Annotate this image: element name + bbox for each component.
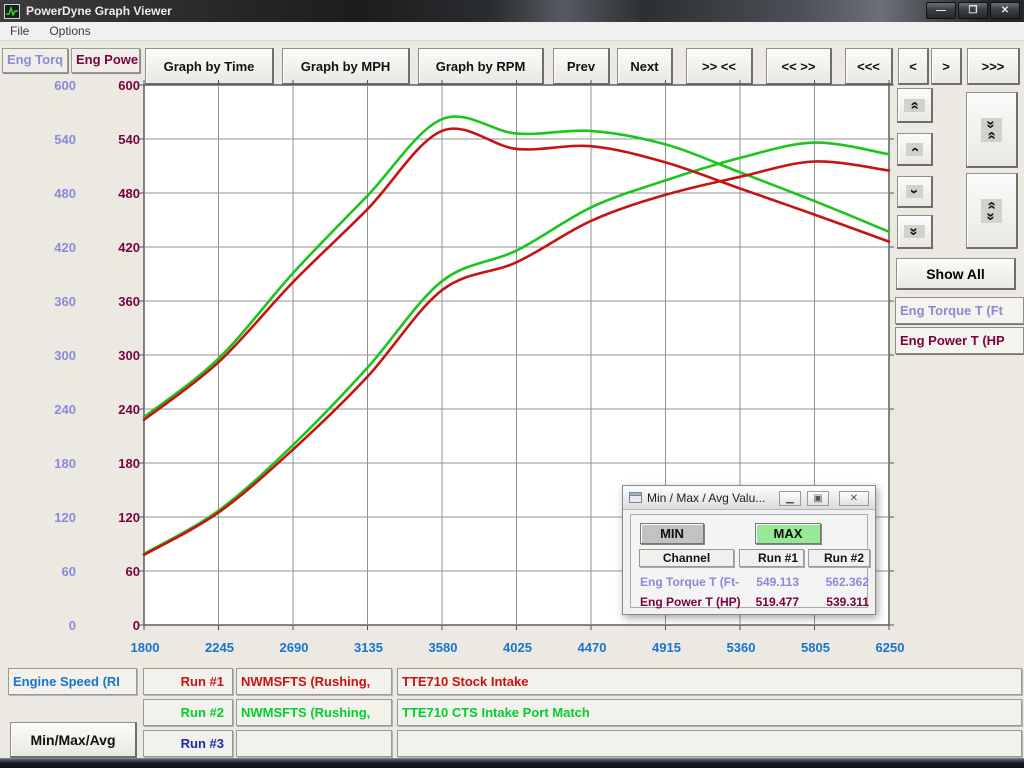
y-tick-pow-540: 540: [80, 133, 140, 147]
menu-options[interactable]: Options: [39, 22, 100, 40]
x-tick-2245: 2245: [188, 640, 252, 655]
app-window: PowerDyne Graph Viewer — ❐ ✕ File Option…: [0, 0, 1024, 768]
double-chevron-up-icon: »: [909, 101, 920, 109]
torque-channel-box[interactable]: Eng Torque T (Ft: [895, 297, 1024, 324]
y-tick-torq-360: 360: [16, 295, 76, 309]
y-tick-pow-180: 180: [80, 457, 140, 471]
minmax-row-torque-channel: Eng Torque T (Ft-: [640, 575, 739, 589]
y-tick-torq-0: 0: [16, 619, 76, 633]
column-header-run2[interactable]: Run #2: [808, 549, 870, 567]
x-tick-3580: 3580: [411, 640, 475, 655]
min-button[interactable]: MIN: [640, 523, 704, 544]
run2-label: Run #2: [143, 699, 233, 726]
double-chevron-down-icon: »: [909, 227, 920, 235]
y-tick-pow-420: 420: [80, 241, 140, 255]
app-icon: [4, 4, 20, 19]
minmax-window-icon: [629, 492, 642, 503]
column-header-channel[interactable]: Channel: [639, 549, 734, 567]
scale-down-button[interactable]: ›: [897, 176, 933, 208]
y-tick-pow-0: 0: [80, 619, 140, 633]
y-tick-torq-60: 60: [16, 565, 76, 579]
scale-up-button[interactable]: ›: [897, 133, 933, 166]
tab-eng-torque-axis[interactable]: Eng Torq: [2, 48, 68, 73]
minmax-minimize-icon[interactable]: ▁: [779, 491, 801, 506]
minmax-body: MIN MAX Channel Run #1 Run #2 Eng Torque…: [630, 514, 868, 608]
double-chevron-up-icon: »: [986, 131, 997, 139]
x-tick-5805: 5805: [784, 640, 848, 655]
run1-file-box[interactable]: NWMSFTS (Rushing,: [236, 668, 392, 695]
y-tick-torq-300: 300: [16, 349, 76, 363]
y-tick-torq-540: 540: [16, 133, 76, 147]
run3-description-box[interactable]: [397, 730, 1022, 757]
zoom-in-y-button[interactable]: » »: [966, 92, 1018, 168]
x-tick-4025: 4025: [486, 640, 550, 655]
tab-eng-power-axis[interactable]: Eng Powe: [71, 48, 140, 73]
minmax-torque-run2-value: 562.362: [807, 575, 869, 589]
minmax-row-power-channel: Eng Power T (HP): [640, 595, 741, 609]
minmax-window[interactable]: Min / Max / Avg Valu... ▁ ▣ ✕ MIN MAX Ch…: [622, 485, 876, 615]
y-tick-pow-120: 120: [80, 511, 140, 525]
power-channel-box[interactable]: Eng Power T (HP: [895, 327, 1024, 354]
chevron-up-icon: ›: [909, 147, 920, 152]
double-chevron-down-icon: »: [986, 120, 997, 128]
y-tick-torq-420: 420: [16, 241, 76, 255]
x-tick-4470: 4470: [560, 640, 624, 655]
minmax-power-run1-value: 519.477: [737, 595, 799, 609]
restore-icon[interactable]: ❐: [958, 2, 988, 19]
toolbar-button-[interactable]: <: [898, 48, 929, 85]
menu-bar: File Options: [0, 22, 1024, 41]
title-bar: PowerDyne Graph Viewer — ❐ ✕: [0, 0, 1024, 22]
run3-label: Run #3: [143, 730, 233, 757]
run3-file-box[interactable]: [236, 730, 392, 757]
minmax-title-bar[interactable]: Min / Max / Avg Valu... ▁ ▣ ✕: [623, 486, 875, 510]
run2-file-box[interactable]: NWMSFTS (Rushing,: [236, 699, 392, 726]
x-tick-1800: 1800: [113, 640, 177, 655]
double-chevron-up-icon: »: [986, 201, 997, 209]
x-tick-6250: 6250: [858, 640, 922, 655]
y-tick-pow-600: 600: [80, 79, 140, 93]
y-tick-torq-180: 180: [16, 457, 76, 471]
run1-description-box[interactable]: TTE710 Stock Intake: [397, 668, 1022, 695]
double-chevron-down-icon: »: [986, 212, 997, 220]
chevron-down-icon: ›: [909, 189, 920, 194]
minmax-power-run2-value: 539.311: [807, 595, 869, 609]
run2-description-box[interactable]: TTE710 CTS Intake Port Match: [397, 699, 1022, 726]
y-tick-torq-120: 120: [16, 511, 76, 525]
scale-double-down-button[interactable]: »: [897, 215, 933, 249]
column-header-run1[interactable]: Run #1: [739, 549, 804, 567]
show-all-button[interactable]: Show All: [896, 258, 1016, 290]
run1-label: Run #1: [143, 668, 233, 695]
minimize-icon[interactable]: —: [926, 2, 956, 19]
scale-double-up-button[interactable]: »: [897, 88, 933, 123]
y-tick-pow-360: 360: [80, 295, 140, 309]
max-button[interactable]: MAX: [755, 523, 821, 544]
toolbar-button-[interactable]: >: [931, 48, 962, 85]
x-tick-4915: 4915: [635, 640, 699, 655]
minmax-torque-run1-value: 549.113: [737, 575, 799, 589]
toolbar-button-[interactable]: >>>: [967, 48, 1020, 85]
y-tick-pow-60: 60: [80, 565, 140, 579]
y-tick-pow-300: 300: [80, 349, 140, 363]
y-tick-pow-240: 240: [80, 403, 140, 417]
menu-file[interactable]: File: [0, 22, 39, 40]
minmax-close-icon[interactable]: ✕: [839, 491, 869, 506]
zoom-out-y-button[interactable]: » »: [966, 173, 1018, 249]
minmax-restore-icon[interactable]: ▣: [807, 491, 829, 506]
x-tick-5360: 5360: [709, 640, 773, 655]
x-tick-2690: 2690: [262, 640, 326, 655]
minmaxavg-button[interactable]: Min/Max/Avg: [10, 722, 137, 758]
minmax-window-title: Min / Max / Avg Valu...: [647, 491, 765, 505]
y-tick-pow-480: 480: [80, 187, 140, 201]
y-tick-torq-240: 240: [16, 403, 76, 417]
x-tick-3135: 3135: [337, 640, 401, 655]
windows-taskbar-edge[interactable]: [0, 758, 1024, 768]
close-icon[interactable]: ✕: [990, 2, 1020, 19]
y-tick-torq-600: 600: [16, 79, 76, 93]
y-tick-torq-480: 480: [16, 187, 76, 201]
x-channel-box[interactable]: Engine Speed (RI: [8, 668, 137, 695]
window-title: PowerDyne Graph Viewer: [26, 4, 172, 18]
